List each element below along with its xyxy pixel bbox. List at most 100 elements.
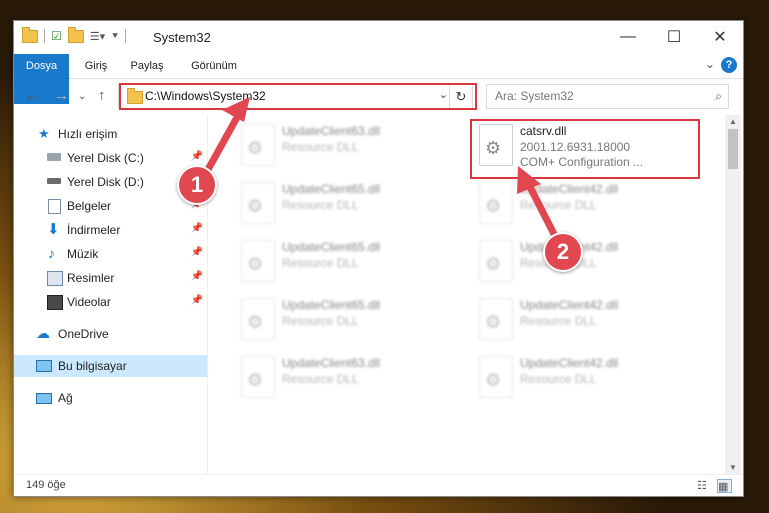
star-icon: ★ [38, 126, 50, 141]
list-item[interactable]: ⚙ UpdateClient42.dll Resource DLL [474, 353, 699, 403]
dll-file-icon: ⚙ [479, 240, 513, 282]
sidebar-item-label: Yerel Disk (C:) [67, 151, 144, 165]
list-item[interactable]: ⚙ UpdateClient42.dll Resource DLL [474, 179, 699, 229]
sidebar-item-quick-access[interactable]: ★ Hızlı erişim [14, 123, 207, 145]
dll-file-icon: ⚙ [479, 298, 513, 340]
status-bar: 149 öğe ☷ ▦ [14, 474, 743, 496]
list-item[interactable]: ⚙ UpdateClient42.dll Resource DLL [474, 295, 699, 345]
sidebar-item-pictures[interactable]: Resimler 📌 [14, 267, 207, 289]
maximize-button[interactable]: ☐ [651, 21, 697, 53]
title-bar: ☑ ☰▾ ⯆ System32 — ☐ ✕ [14, 21, 743, 53]
pin-icon[interactable]: 📌 [191, 247, 203, 258]
music-icon: ♪ [48, 245, 55, 261]
scroll-up-icon[interactable]: ▲ [729, 117, 737, 126]
search-icon[interactable]: ⌕ [715, 89, 722, 104]
dll-file-icon: ⚙ [241, 356, 275, 398]
dll-file-icon: ⚙ [241, 124, 275, 166]
computer-icon [36, 360, 52, 372]
list-item[interactable]: ⚙ UpdateClient65.dll Resource DLL [236, 179, 461, 229]
list-item[interactable]: ⚙ UpdateClient63.dll Resource DLL [236, 121, 461, 171]
download-icon: ⬇ [47, 221, 60, 238]
videos-icon [47, 295, 63, 310]
list-item[interactable]: ⚙ UpdateClient65.dll Resource DLL [236, 295, 461, 345]
sidebar-item-label: Resimler [67, 271, 115, 285]
file-description: Resource DLL [282, 140, 359, 154]
sidebar-item-this-pc[interactable]: Bu bilgisayar [14, 355, 207, 377]
documents-icon [48, 199, 61, 214]
explorer-window: ☑ ☰▾ ⯆ System32 — ☐ ✕ Dosya Giriş Paylaş… [13, 20, 744, 497]
file-name: UpdateClient65.dll [282, 240, 381, 254]
sidebar-item-label: OneDrive [58, 327, 109, 341]
file-description: Resource DLL [282, 314, 359, 328]
list-item[interactable]: ⚙ UpdateClient63.dll Resource DLL [236, 353, 461, 403]
drive-icon [47, 153, 61, 161]
forward-arrow-icon[interactable]: → [54, 87, 69, 104]
list-item[interactable]: ⚙ UpdateClient42.dll Resource DLL [474, 237, 699, 287]
file-description: Resource DLL [520, 314, 597, 328]
sidebar-item-documents[interactable]: Belgeler 📌 [14, 195, 207, 217]
close-button[interactable]: ✕ [697, 21, 743, 53]
network-icon [36, 393, 52, 404]
sidebar-item-label: Müzik [67, 247, 99, 261]
sidebar-item-label: Ağ [58, 391, 73, 405]
ribbon-tabs: Dosya Giriş Paylaş Görünüm ⌄ ? [14, 54, 743, 104]
sidebar-item-label: İndirmeler [67, 223, 121, 237]
tiles-view-icon[interactable]: ▦ [717, 479, 732, 493]
file-name: UpdateClient65.dll [282, 182, 381, 196]
file-description: Resource DLL [282, 256, 359, 270]
sidebar-item-downloads[interactable]: ⬇ İndirmeler 📌 [14, 219, 207, 241]
dll-file-icon: ⚙ [479, 356, 513, 398]
sidebar-item-local-disk-c[interactable]: Yerel Disk (C:) 📌 [14, 147, 207, 169]
search-input[interactable]: Ara: System32 [495, 89, 574, 103]
address-bar-highlight [119, 83, 477, 110]
dll-file-icon: ⚙ [241, 240, 275, 282]
pin-icon[interactable]: 📌 [191, 295, 203, 306]
file-description: Resource DLL [282, 198, 359, 212]
scrollbar-thumb[interactable] [728, 129, 738, 169]
pictures-icon [47, 271, 63, 286]
dll-file-icon: ⚙ [479, 182, 513, 224]
file-name: UpdateClient63.dll [282, 356, 381, 370]
sidebar-item-network[interactable]: Ağ [14, 387, 207, 409]
window-title: System32 [153, 30, 211, 45]
sidebar-item-music[interactable]: ♪ Müzik 📌 [14, 243, 207, 265]
callout-1: 1 [177, 165, 217, 205]
properties-icon[interactable]: ☑ [51, 29, 62, 43]
file-highlight [470, 119, 700, 179]
toolbar-separator [44, 29, 45, 43]
sidebar-item-label: Bu bilgisayar [58, 359, 127, 373]
details-view-icon[interactable]: ☷ [697, 479, 710, 492]
expand-ribbon-icon[interactable]: ⌄ [705, 57, 715, 71]
view-options-icon[interactable]: ☰▾ [90, 30, 105, 43]
item-count: 149 öğe [26, 479, 66, 491]
pin-icon[interactable]: 📌 [191, 271, 203, 282]
sidebar-item-videos[interactable]: Videolar 📌 [14, 291, 207, 313]
new-folder-icon[interactable] [67, 26, 84, 43]
back-arrow-icon[interactable]: ← [24, 87, 39, 104]
pin-icon[interactable]: 📌 [191, 151, 203, 162]
sidebar-item-label: Belgeler [67, 199, 112, 213]
file-name: UpdateClient42.dll [520, 356, 619, 370]
minimize-button[interactable]: — [605, 21, 651, 53]
customize-toolbar-icon[interactable]: ⯆ [111, 31, 119, 42]
file-name: UpdateClient65.dll [282, 298, 381, 312]
file-name: UpdateClient42.dll [520, 298, 619, 312]
help-icon[interactable]: ? [721, 57, 737, 73]
file-description: Resource DLL [520, 198, 597, 212]
file-name: UpdateClient63.dll [282, 124, 381, 138]
search-box[interactable]: Ara: System32 ⌕ [486, 84, 729, 109]
tab-share[interactable]: Paylaş [122, 54, 172, 78]
dll-file-icon: ⚙ [241, 182, 275, 224]
toolbar-separator [125, 29, 127, 43]
sidebar-item-onedrive[interactable]: ☁ OneDrive [14, 323, 207, 345]
tab-home[interactable]: Giriş [74, 54, 118, 78]
pin-icon[interactable]: 📌 [191, 223, 203, 234]
up-arrow-icon[interactable]: ↑ [98, 87, 106, 104]
cloud-icon: ☁ [36, 325, 50, 341]
file-description: Resource DLL [282, 372, 359, 386]
tab-view[interactable]: Görünüm [182, 54, 246, 78]
vertical-scrollbar[interactable]: ▲ ▼ [725, 115, 741, 474]
list-item[interactable]: ⚙ UpdateClient65.dll Resource DLL [236, 237, 461, 287]
recent-locations-icon[interactable]: ⌄ [78, 91, 86, 102]
scroll-down-icon[interactable]: ▼ [729, 463, 737, 472]
